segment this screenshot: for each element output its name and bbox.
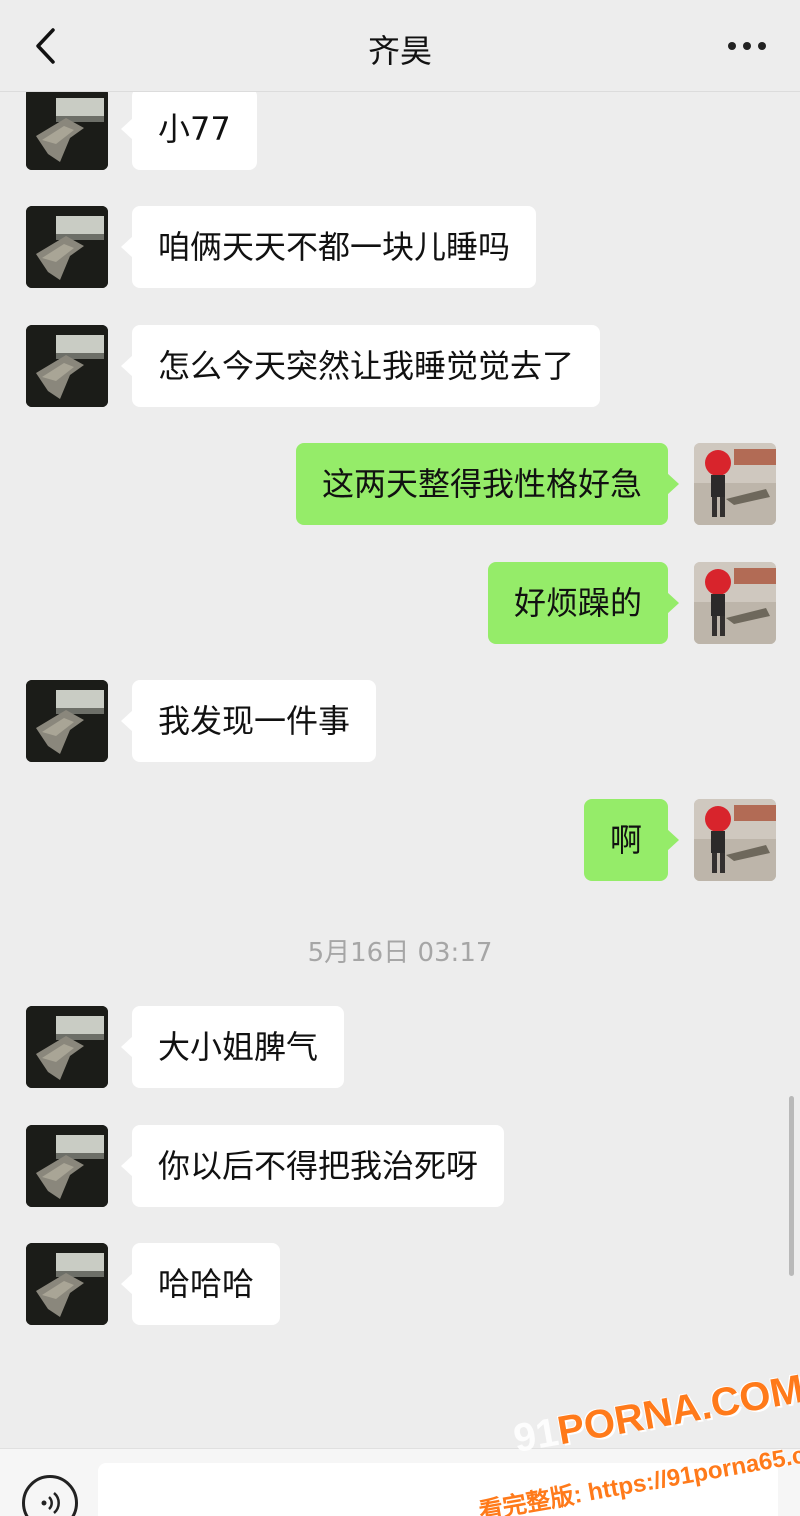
scrollbar[interactable] <box>789 1096 794 1276</box>
voice-button[interactable] <box>22 1475 78 1516</box>
my-avatar-image <box>694 562 776 644</box>
contact-avatar[interactable] <box>26 325 108 407</box>
voice-input-icon <box>41 1492 60 1514</box>
contact-avatar-image <box>26 1006 108 1088</box>
watermark-prefix: 91 <box>510 1410 562 1462</box>
my-avatar-image <box>694 443 776 525</box>
contact-avatar-image <box>26 1243 108 1325</box>
contact-avatar[interactable] <box>26 1006 108 1088</box>
contact-avatar[interactable] <box>26 92 108 170</box>
more-dot <box>743 42 751 50</box>
contact-avatar-image <box>26 1125 108 1207</box>
sent-message[interactable]: 啊 <box>583 799 680 881</box>
contact-avatar[interactable] <box>26 680 108 762</box>
my-avatar[interactable] <box>694 443 776 525</box>
received-message[interactable]: 咱俩天天不都一块儿睡吗 <box>120 206 537 288</box>
received-message[interactable]: 哈哈哈 <box>120 1243 281 1325</box>
my-avatar[interactable] <box>694 799 776 881</box>
contact-avatar[interactable] <box>26 1125 108 1207</box>
contact-avatar-image <box>26 92 108 170</box>
message-timestamp: 5月16日 03:17 <box>307 938 493 968</box>
contact-avatar[interactable] <box>26 1243 108 1325</box>
received-message[interactable]: 大小姐脾气 <box>120 1006 345 1088</box>
contact-avatar-image <box>26 680 108 762</box>
my-avatar[interactable] <box>694 562 776 644</box>
chat-title: 齐昊 <box>367 32 432 70</box>
sent-message[interactable]: 这两天整得我性格好急 <box>295 443 680 525</box>
message-list[interactable]: 小77 咱俩天天不都一块儿睡吗 怎么今天突然让我睡觉觉去了 这两天整得我性格好急… <box>0 92 800 1448</box>
contact-avatar[interactable] <box>26 206 108 288</box>
more-dot <box>758 42 766 50</box>
received-message[interactable]: 你以后不得把我治死呀 <box>120 1125 505 1207</box>
contact-avatar-image <box>26 325 108 407</box>
chat-header: 齐昊 <box>0 0 800 92</box>
my-avatar-image <box>694 799 776 881</box>
sent-message[interactable]: 好烦躁的 <box>487 562 680 644</box>
more-dots-icon <box>728 42 736 50</box>
more-button[interactable] <box>728 36 772 56</box>
received-message[interactable]: 小77 <box>121 92 257 170</box>
received-message[interactable]: 怎么今天突然让我睡觉觉去了 <box>120 325 601 407</box>
contact-avatar-image <box>26 206 108 288</box>
received-message[interactable]: 我发现一件事 <box>120 680 377 762</box>
